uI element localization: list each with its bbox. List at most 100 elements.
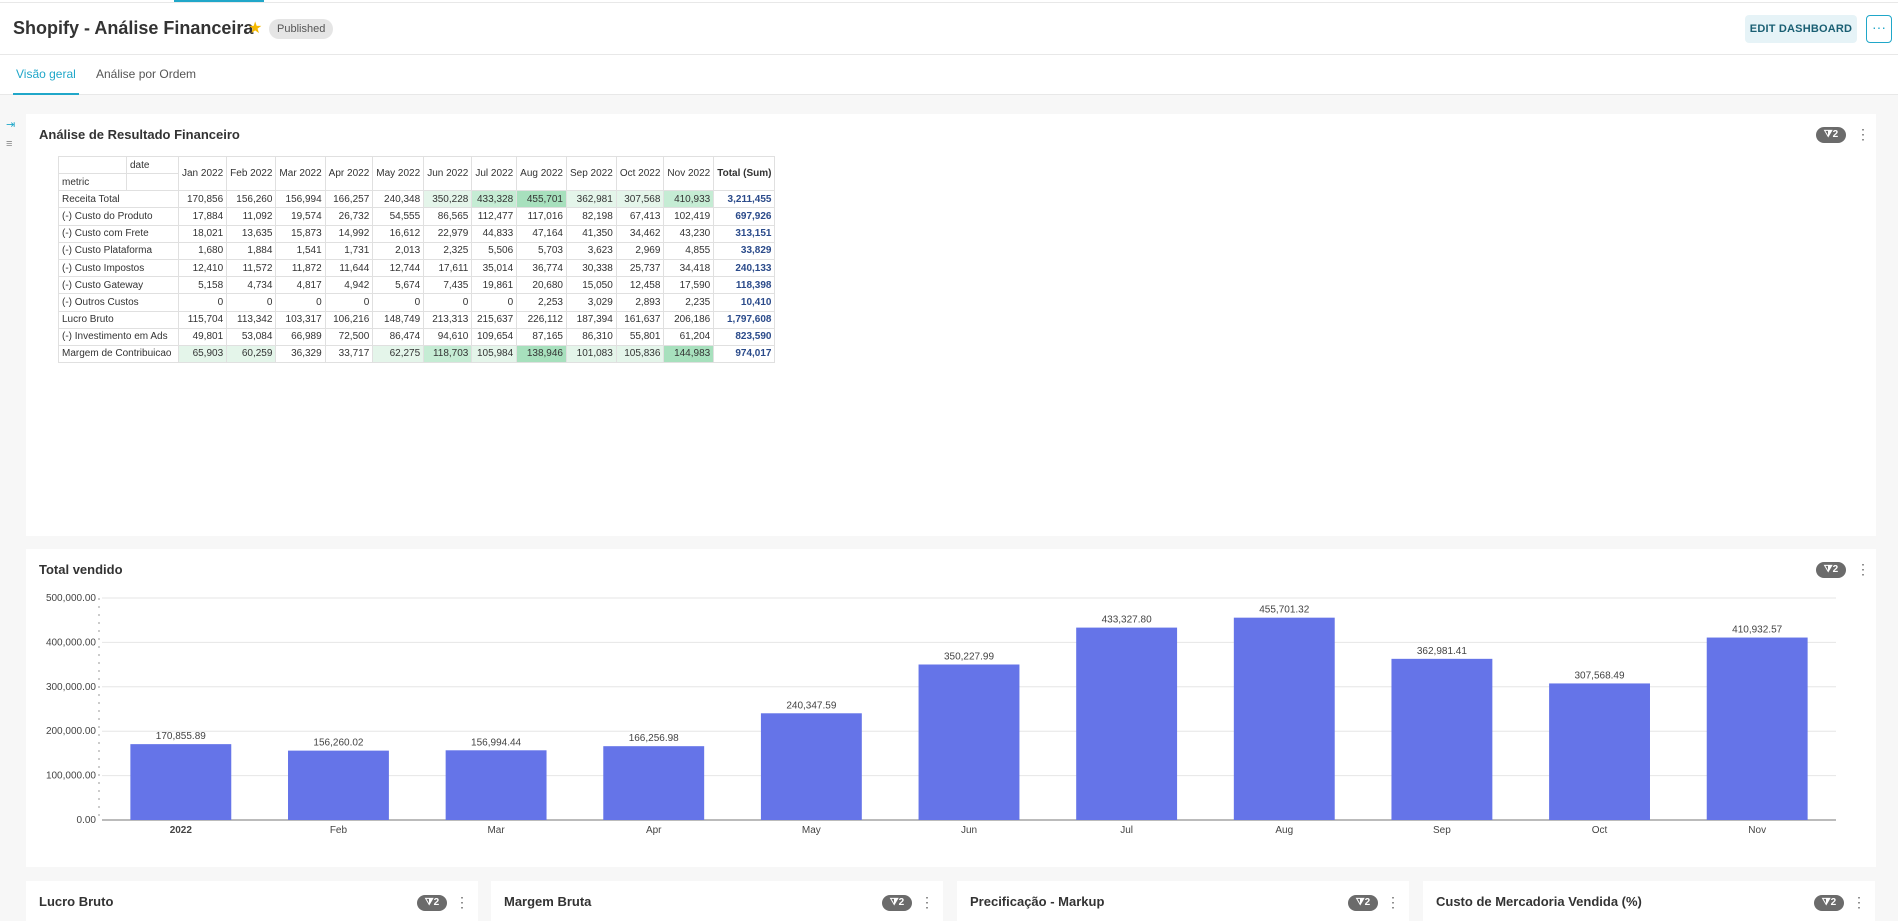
- table-cell: 2,253: [516, 293, 567, 312]
- filter-count-badge[interactable]: ⧩2: [1348, 895, 1378, 911]
- table-cell: 166,257: [324, 190, 374, 209]
- panel-title: Precificação - Markup: [970, 894, 1105, 909]
- table-cell-total: 240,133: [713, 258, 776, 278]
- table-cell-total: 1,797,608: [713, 310, 776, 329]
- panel-menu-icon[interactable]: ⋮: [1852, 895, 1866, 910]
- favorite-star-icon[interactable]: ★: [248, 20, 262, 38]
- table-cell: 113,342: [226, 310, 277, 329]
- table-cell: 0: [372, 293, 425, 312]
- table-cell: 53,084: [226, 327, 277, 346]
- panel-menu-icon[interactable]: ⋮: [1386, 895, 1400, 910]
- table-cell: 226,112: [516, 310, 567, 329]
- row-label: (-) Custo Impostos: [58, 258, 179, 278]
- data-label: 307,568.49: [1575, 670, 1625, 681]
- active-tab-indicator: [13, 93, 79, 95]
- col-header-total: Total (Sum): [713, 155, 776, 192]
- table-cell: 15,873: [275, 224, 326, 243]
- table-cell: 66,989: [275, 327, 326, 346]
- table-cell: 11,572: [226, 258, 277, 278]
- table-cell: 65,903: [177, 344, 228, 364]
- table-cell: 2,893: [615, 293, 665, 312]
- x-tick-label: Mar: [487, 825, 505, 836]
- table-cell: 4,942: [324, 276, 374, 295]
- panel-menu-icon[interactable]: ⋮: [1856, 127, 1870, 142]
- panel-title: Custo de Mercadoria Vendida (%): [1436, 894, 1642, 909]
- filter-count-badge[interactable]: ⧩2: [1816, 127, 1846, 143]
- table-cell: 36,329: [275, 344, 326, 364]
- table-cell: 4,734: [226, 276, 277, 295]
- table-cell: 206,186: [663, 310, 715, 329]
- filter-icon[interactable]: ≡: [6, 138, 12, 150]
- panel-menu-icon[interactable]: ⋮: [455, 895, 469, 910]
- data-label: 455,701.32: [1259, 605, 1309, 616]
- table-cell: 22,979: [423, 224, 473, 243]
- panel-lucro-bruto: Lucro Bruto ⧩2 ⋮: [26, 881, 478, 921]
- table-cell: 61,204: [663, 327, 715, 346]
- x-tick-label: Jun: [961, 825, 977, 836]
- panel-precificacao-markup: Precificação - Markup ⧩2 ⋮: [957, 881, 1409, 921]
- table-cell: 5,674: [372, 276, 425, 295]
- filter-count-badge[interactable]: ⧩2: [882, 895, 912, 911]
- tab-visao-geral[interactable]: Visão geral: [16, 67, 76, 81]
- table-cell: 16,612: [372, 224, 425, 243]
- filter-count-badge[interactable]: ⧩2: [1814, 895, 1844, 911]
- x-tick-label: Nov: [1748, 825, 1766, 836]
- table-cell: 12,410: [177, 258, 228, 278]
- table-cell: 54,555: [372, 207, 425, 226]
- filter-count-badge[interactable]: ⧩2: [417, 895, 447, 911]
- table-cell: 156,260: [226, 190, 277, 209]
- table-cell: 12,744: [372, 258, 425, 278]
- dashboard-header: Shopify - Análise Financeira ★ Published…: [0, 3, 1898, 55]
- table-row: Receita Total 170,856 156,260 156,994 166,25…: [58, 190, 776, 209]
- table-cell: 105,984: [471, 344, 518, 364]
- table-cell: 12,458: [615, 276, 665, 295]
- bar: [445, 750, 547, 820]
- row-label: (-) Investimento em Ads: [58, 327, 179, 346]
- table-cell: 0: [275, 293, 326, 312]
- x-tick-label: Sep: [1433, 825, 1451, 836]
- table-cell: 455,701: [516, 190, 567, 209]
- table-cell: 87,165: [516, 327, 567, 346]
- panel-cmv: Custo de Mercadoria Vendida (%) ⧩2 ⋮: [1423, 881, 1875, 921]
- x-tick-label: Apr: [646, 825, 662, 836]
- more-options-button[interactable]: ···: [1866, 15, 1892, 43]
- table-cell: 33,717: [324, 344, 374, 364]
- table-cell: 86,565: [423, 207, 473, 226]
- table-cell-total: 118,398: [713, 276, 776, 295]
- table-cell-total: 823,590: [713, 327, 776, 346]
- table-cell: 144,983: [663, 344, 715, 364]
- table-cell: 20,680: [516, 276, 567, 295]
- table-row: Lucro Bruto 115,704 113,342 103,317 106,216 1…: [58, 310, 776, 329]
- data-label: 156,994.44: [471, 737, 521, 748]
- panel-menu-icon[interactable]: ⋮: [920, 895, 934, 910]
- filter-count: 2: [433, 897, 440, 908]
- bar: [918, 664, 1020, 820]
- panel-margem-bruta: Margem Bruta ⧩2 ⋮: [491, 881, 943, 921]
- table-cell: 11,092: [226, 207, 277, 226]
- table-cell: 47,164: [516, 224, 567, 243]
- expand-filters-icon[interactable]: ⇥: [6, 118, 15, 131]
- bar: [760, 713, 862, 820]
- table-row: (-) Custo Impostos 12,410 11,572 11,872 11,6…: [58, 258, 776, 278]
- table-cell: 115,704: [177, 310, 228, 329]
- table-row: (-) Investimento em Ads 49,801 53,084 66,98…: [58, 327, 776, 346]
- table-cell: 362,981: [565, 190, 617, 209]
- table-cell: 0: [423, 293, 473, 312]
- edit-dashboard-button[interactable]: EDIT DASHBOARD: [1745, 15, 1857, 43]
- panel-title: Lucro Bruto: [39, 894, 114, 909]
- table-cell: 307,568: [615, 190, 665, 209]
- x-tick-label: Jul: [1120, 825, 1133, 836]
- col-header: Mar 2022: [275, 155, 326, 192]
- table-cell: 105,836: [615, 344, 665, 364]
- row-label: Margem de Contribuicao: [58, 344, 179, 364]
- table-cell: 117,016: [516, 207, 567, 226]
- table-cell: 11,872: [275, 258, 326, 278]
- tab-analise-por-ordem[interactable]: Análise por Ordem: [96, 67, 196, 81]
- table-cell: 7,435: [423, 276, 473, 295]
- data-label: 410,932.57: [1732, 625, 1782, 636]
- row-label: (-) Custo com Frete: [58, 224, 179, 243]
- table-cell: 11,644: [324, 258, 374, 278]
- table-cell: 60,259: [226, 344, 277, 364]
- table-cell: 17,590: [663, 276, 715, 295]
- table-cell: 41,350: [565, 224, 617, 243]
